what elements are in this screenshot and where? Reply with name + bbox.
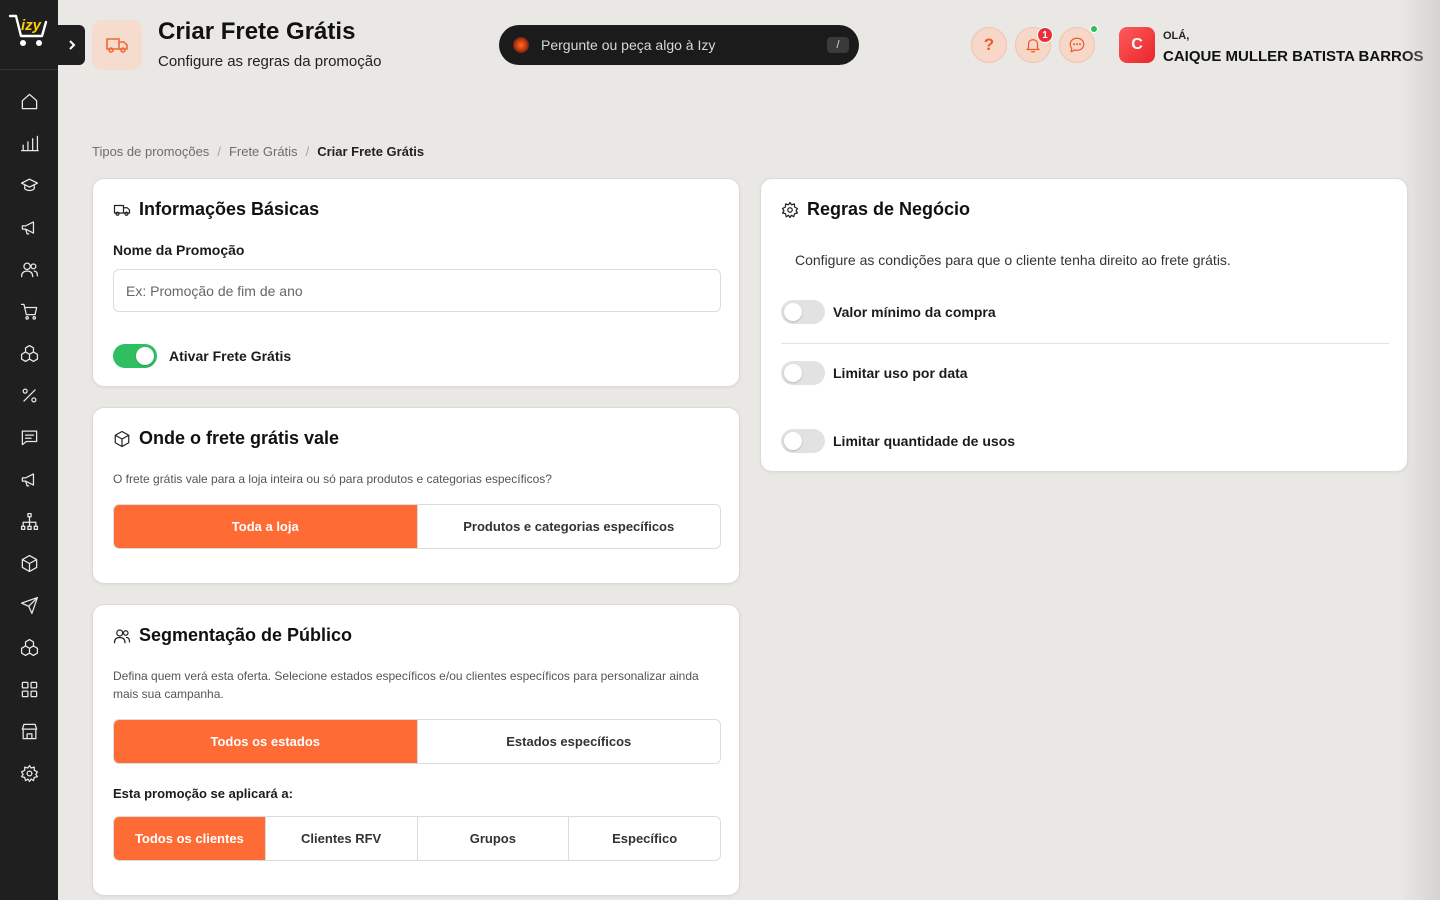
activate-free-shipping-toggle[interactable] — [113, 344, 157, 368]
toggle-knob — [784, 432, 802, 450]
breadcrumb-separator: / — [305, 144, 310, 159]
client-option-all[interactable]: Todos os clientes — [114, 817, 265, 860]
min-purchase-toggle[interactable] — [781, 300, 825, 324]
nav-users-icon[interactable] — [19, 259, 39, 279]
truck-icon — [106, 38, 128, 53]
nav-megaphone-icon[interactable] — [19, 217, 39, 237]
sidebar: izy — [0, 0, 58, 900]
promo-name-label: Nome da Promoção — [113, 242, 245, 258]
audience-card: Segmentação de Público Defina quem verá … — [92, 604, 740, 896]
basic-info-card: Informações Básicas Nome da Promoção Ati… — [92, 178, 740, 387]
toggle-knob — [784, 364, 802, 382]
state-option-specific[interactable]: Estados específicos — [416, 720, 720, 763]
client-option-specific[interactable]: Específico — [568, 817, 720, 860]
limit-by-date-label: Limitar uso por data — [833, 365, 968, 381]
sidebar-divider — [0, 69, 58, 70]
online-status-dot — [1090, 25, 1098, 33]
nav-settings-icon[interactable] — [19, 763, 39, 783]
state-option-all[interactable]: Todos os estados — [114, 720, 417, 763]
izy-spark-icon — [513, 37, 529, 53]
basic-info-title-row: Informações Básicas — [113, 199, 319, 220]
chat-button[interactable] — [1059, 25, 1098, 63]
notifications-button[interactable]: 1 — [1015, 27, 1053, 63]
state-selector: Todos os estados Estados específicos — [113, 719, 721, 764]
scope-title-row: Onde o frete grátis vale — [113, 428, 339, 449]
user-greeting: OLÁ, — [1163, 30, 1190, 42]
breadcrumb-link-free-shipping[interactable]: Frete Grátis — [229, 144, 298, 159]
user-avatar[interactable]: C — [1119, 27, 1155, 63]
promo-name-input[interactable] — [113, 269, 721, 312]
nav-bar-chart-icon[interactable] — [19, 133, 39, 153]
nav-megaphone-2-icon[interactable] — [19, 469, 39, 489]
nav-grid-icon[interactable] — [19, 679, 39, 699]
page-title: Criar Frete Grátis — [158, 18, 356, 45]
audience-title: Segmentação de Público — [139, 625, 353, 645]
min-purchase-label: Valor mínimo da compra — [833, 304, 996, 320]
logo-text: izy — [21, 17, 42, 34]
business-rules-description: Configure as condições para que o client… — [795, 252, 1231, 268]
chevron-right-icon — [68, 40, 75, 50]
users-icon — [113, 628, 131, 643]
breadcrumb-separator: / — [217, 144, 221, 159]
nav-percent-icon[interactable] — [19, 385, 39, 405]
ask-izy-input[interactable]: Pergunte ou peça algo à Izy / — [499, 25, 859, 65]
scope-option-whole-store[interactable]: Toda a loja — [114, 505, 417, 548]
nav-home-icon[interactable] — [19, 91, 39, 111]
truck-icon — [113, 204, 131, 216]
settings-icon — [781, 201, 799, 218]
nav-store-icon[interactable] — [19, 721, 39, 741]
user-name[interactable]: CAIQUE MULLER BATISTA BARROS — [1163, 48, 1424, 65]
audience-title-row: Segmentação de Público — [113, 625, 352, 646]
client-selector: Todos os clientes Clientes RFV Grupos Es… — [113, 816, 721, 861]
notification-badge: 1 — [1037, 27, 1053, 43]
nav-message-square-icon[interactable] — [19, 427, 39, 447]
basic-info-title: Informações Básicas — [139, 199, 320, 219]
nav-package-icon[interactable] — [19, 553, 39, 573]
nav-boxes-2-icon[interactable] — [19, 637, 39, 657]
scope-card: Onde o frete grátis vale O frete grátis … — [92, 407, 740, 584]
nav-send-icon[interactable] — [19, 595, 39, 615]
limit-usage-count-label: Limitar quantidade de usos — [833, 433, 1016, 449]
scope-description: O frete grátis vale para a loja inteira … — [113, 472, 552, 486]
scope-selector: Toda a loja Produtos e categorias especí… — [113, 504, 721, 549]
scope-option-specific-products[interactable]: Produtos e categorias específicos — [416, 505, 720, 548]
nav-shopping-cart-icon[interactable] — [19, 301, 39, 321]
client-option-rfv[interactable]: Clientes RFV — [264, 817, 417, 860]
header-truck-icon-box — [92, 20, 142, 70]
nav-graduation-cap-icon[interactable] — [19, 175, 39, 195]
izy-logo[interactable]: izy — [8, 10, 50, 50]
toggle-knob — [136, 347, 154, 365]
limit-usage-count-toggle[interactable] — [781, 429, 825, 453]
limit-by-date-toggle[interactable] — [781, 361, 825, 385]
nav-boxes-icon[interactable] — [19, 343, 39, 363]
client-option-groups[interactable]: Grupos — [416, 817, 569, 860]
ask-izy-placeholder: Pergunte ou peça algo à Izy — [541, 37, 716, 53]
breadcrumb: Tipos de promoções / Frete Grátis / Cria… — [92, 144, 424, 159]
applies-to-label: Esta promoção se aplicará a: — [113, 786, 293, 801]
nav-network-icon[interactable] — [19, 511, 39, 531]
audience-description: Defina quem verá esta oferta. Selecione … — [113, 669, 699, 701]
activate-free-shipping-label: Ativar Frete Grátis — [169, 348, 292, 364]
chat-bubble-icon — [1069, 37, 1085, 53]
business-rules-title: Regras de Negócio — [807, 199, 971, 219]
package-icon — [114, 430, 130, 447]
rule-divider — [781, 343, 1389, 344]
business-rules-title-row: Regras de Negócio — [781, 199, 970, 220]
help-button[interactable]: ? — [971, 27, 1007, 63]
breadcrumb-current: Criar Frete Grátis — [317, 144, 425, 159]
scope-title: Onde o frete grátis vale — [139, 428, 340, 448]
page-subtitle: Configure as regras da promoção — [158, 53, 382, 70]
shortcut-key: / — [827, 37, 849, 53]
business-rules-card: Regras de Negócio Configure as condições… — [760, 178, 1408, 472]
breadcrumb-link-promo-types[interactable]: Tipos de promoções — [92, 144, 209, 159]
help-icon: ? — [983, 35, 995, 54]
toggle-knob — [784, 303, 802, 321]
sidebar-expand-button[interactable] — [58, 25, 85, 65]
